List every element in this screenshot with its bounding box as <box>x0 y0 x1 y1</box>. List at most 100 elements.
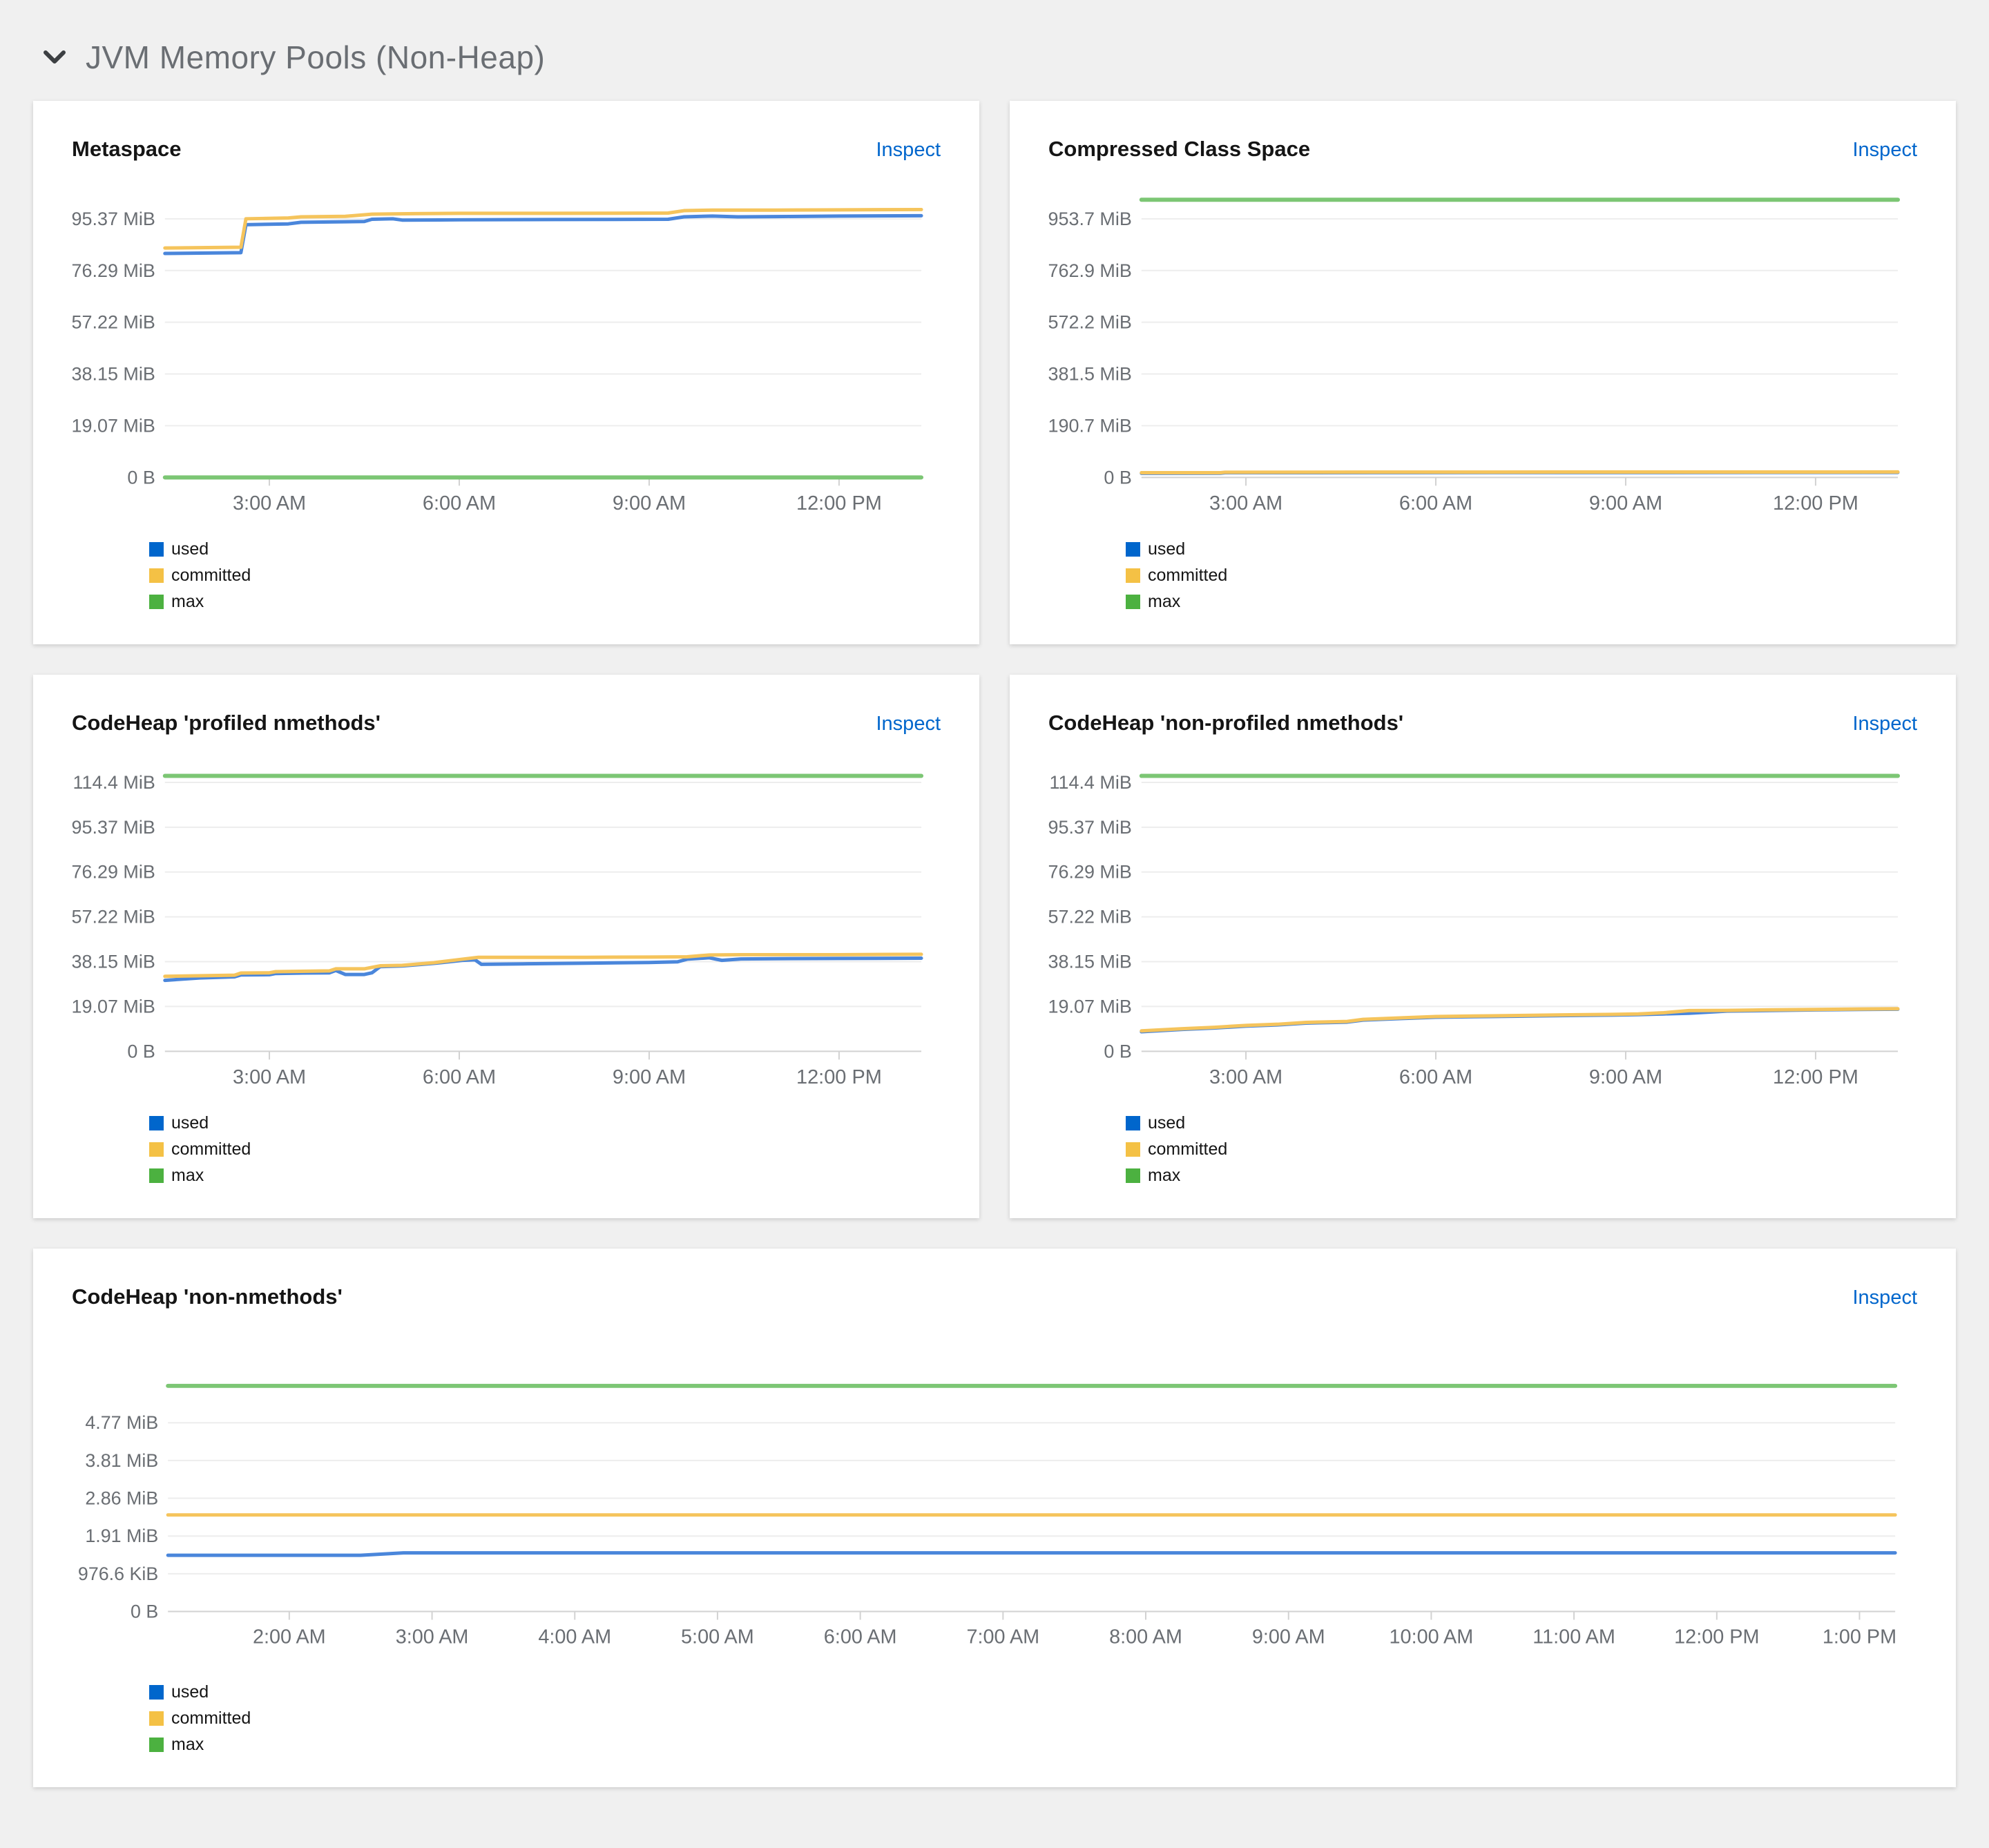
jvm-memory-pools-section: JVM Memory Pools (Non-Heap) Metaspace In… <box>0 0 1989 1813</box>
x-axis-tick-label: 9:00 AM <box>1252 1626 1325 1648</box>
codeheap-non-profiled-nmethods-chart-plot: 0 B 19.07 MiB 38.15 MiB 57.22 MiB 76.29 MiB 9… <box>1048 772 1901 1088</box>
y-axis-tick-label: 57.22 MiB <box>72 907 155 927</box>
legend-label: used <box>171 1113 209 1133</box>
used-legend-swatch-icon <box>1126 542 1140 557</box>
y-axis-tick-label: 1.91 MiB <box>85 1526 158 1547</box>
codeheap-profiled-nmethods-chart-plot: 0 B 19.07 MiB 38.15 MiB 57.22 MiB 76.29 MiB 9… <box>72 772 924 1088</box>
x-axis-tick-label: 10:00 AM <box>1390 1626 1474 1648</box>
legend-item-max: max <box>149 592 941 612</box>
section-toggle[interactable]: JVM Memory Pools (Non-Heap) <box>0 0 1989 101</box>
y-axis-tick-label: 38.15 MiB <box>72 952 155 972</box>
chevron-down-icon <box>43 50 66 65</box>
inspect-link[interactable]: Inspect <box>1853 1287 1918 1309</box>
inspect-link[interactable]: Inspect <box>876 139 941 162</box>
legend-item-max: max <box>1126 592 1917 612</box>
x-axis-tick-label: 7:00 AM <box>966 1626 1039 1648</box>
legend-label: used <box>171 539 209 559</box>
chart-legend: used committed max <box>1126 539 1917 612</box>
legend-item-used: used <box>149 539 941 559</box>
y-axis-tick-label: 76.29 MiB <box>72 260 155 281</box>
x-axis-tick-label: 4:00 AM <box>538 1626 611 1648</box>
chart-legend: used committed max <box>149 539 941 612</box>
legend-label: max <box>171 592 204 612</box>
committed-legend-swatch-icon <box>149 1711 164 1726</box>
legend-label: used <box>1148 1113 1186 1133</box>
x-axis-tick-label: 12:00 PM <box>796 1066 882 1088</box>
x-axis-tick-label: 3:00 AM <box>396 1626 469 1648</box>
x-axis-tick-label: 9:00 AM <box>613 492 686 514</box>
x-axis-tick-label: 6:00 AM <box>1399 492 1472 514</box>
used-series-line <box>1140 1008 1900 1034</box>
chart-card-codeheap-profiled-nmethods: CodeHeap 'profiled nmethods' Inspect 0 B… <box>33 675 979 1219</box>
y-axis-tick-label: 381.5 MiB <box>1048 364 1132 385</box>
x-axis-tick-label: 6:00 AM <box>423 492 496 514</box>
y-axis-tick-label: 38.15 MiB <box>72 364 155 385</box>
y-axis-tick-label: 190.7 MiB <box>1048 415 1132 436</box>
y-axis-tick-label: 0 B <box>131 1601 158 1622</box>
chart-card-metaspace: Metaspace Inspect 0 B 19.07 MiB 38.15 MiB 5… <box>33 101 979 645</box>
y-axis-tick-label: 0 B <box>1104 1041 1131 1062</box>
max-legend-swatch-icon <box>1126 595 1140 610</box>
x-axis-tick-label: 11:00 AM <box>1532 1626 1615 1648</box>
inspect-link[interactable]: Inspect <box>1853 713 1918 735</box>
legend-item-committed: committed <box>1126 566 1917 586</box>
legend-label: max <box>1148 1166 1181 1186</box>
y-axis-tick-label: 95.37 MiB <box>1048 817 1132 838</box>
max-legend-swatch-icon <box>149 595 164 610</box>
used-series-line <box>163 213 923 256</box>
legend-label: committed <box>171 566 251 586</box>
x-axis-tick-label: 6:00 AM <box>1399 1066 1472 1088</box>
chart-title: Metaspace <box>72 137 182 161</box>
y-axis-tick-label: 19.07 MiB <box>72 415 155 436</box>
y-axis-tick-label: 95.37 MiB <box>72 209 155 229</box>
inspect-link[interactable]: Inspect <box>876 713 941 735</box>
chart-title: CodeHeap 'non-profiled nmethods' <box>1048 711 1404 735</box>
x-axis-tick-label: 3:00 AM <box>1209 1066 1282 1088</box>
legend-label: used <box>1148 539 1186 559</box>
legend-label: used <box>171 1682 209 1702</box>
y-axis-tick-label: 0 B <box>127 467 155 488</box>
x-axis-tick-label: 1:00 PM <box>1823 1626 1896 1648</box>
max-legend-swatch-icon <box>149 1738 164 1753</box>
chart-card-codeheap-non-nmethods: CodeHeap 'non-nmethods' Inspect 0 B 976.6… <box>33 1249 1956 1788</box>
chart-card-codeheap-non-profiled-nmethods: CodeHeap 'non-profiled nmethods' Inspect… <box>1010 675 1956 1219</box>
used-legend-swatch-icon <box>1126 1116 1140 1131</box>
y-axis-tick-label: 57.22 MiB <box>1048 907 1132 927</box>
chart-title: CodeHeap 'non-nmethods' <box>72 1284 343 1309</box>
y-axis-tick-label: 76.29 MiB <box>1048 862 1132 883</box>
chart-legend: used committed max <box>1126 1113 1917 1186</box>
legend-item-max: max <box>149 1166 941 1186</box>
committed-legend-swatch-icon <box>1126 1142 1140 1157</box>
metaspace-chart-plot: 0 B 19.07 MiB 38.15 MiB 57.22 MiB 76.29 MiB 9… <box>72 207 924 514</box>
legend-label: committed <box>1148 1139 1228 1159</box>
codeheap-non-nmethods-chart-plot: 0 B 976.6 KiB 1.91 MiB 2.86 MiB 3.81 MiB 4.77… <box>78 1384 1898 1648</box>
x-axis-tick-label: 6:00 AM <box>423 1066 496 1088</box>
legend-item-used: used <box>1126 539 1917 559</box>
legend-item-max: max <box>149 1735 1917 1755</box>
legend-item-max: max <box>1126 1166 1917 1186</box>
chart-title: Compressed Class Space <box>1048 137 1311 161</box>
chart-legend: used committed max <box>149 1682 1917 1755</box>
inspect-link[interactable]: Inspect <box>1853 139 1918 162</box>
charts-grid: Metaspace Inspect 0 B 19.07 MiB 38.15 MiB 5… <box>0 101 1989 1813</box>
used-legend-swatch-icon <box>149 1685 164 1700</box>
y-axis-tick-label: 19.07 MiB <box>72 997 155 1017</box>
legend-label: committed <box>1148 566 1228 586</box>
committed-legend-swatch-icon <box>1126 568 1140 584</box>
legend-label: max <box>171 1735 204 1755</box>
legend-item-committed: committed <box>149 1139 941 1159</box>
x-axis-tick-label: 12:00 PM <box>1773 1066 1858 1088</box>
chart-title: CodeHeap 'profiled nmethods' <box>72 711 381 735</box>
y-axis-tick-label: 114.4 MiB <box>1050 772 1132 793</box>
y-axis-tick-label: 95.37 MiB <box>72 817 155 838</box>
x-axis-tick-label: 2:00 AM <box>253 1626 326 1648</box>
y-axis-tick-label: 19.07 MiB <box>1048 997 1132 1017</box>
x-axis-tick-label: 9:00 AM <box>1589 1066 1662 1088</box>
x-axis-tick-label: 3:00 AM <box>1209 492 1282 514</box>
x-axis-tick-label: 3:00 AM <box>233 1066 306 1088</box>
legend-label: committed <box>171 1139 251 1159</box>
committed-legend-swatch-icon <box>149 568 164 584</box>
legend-label: max <box>171 1166 204 1186</box>
x-axis-tick-label: 12:00 PM <box>796 492 882 514</box>
legend-label: committed <box>171 1709 251 1729</box>
